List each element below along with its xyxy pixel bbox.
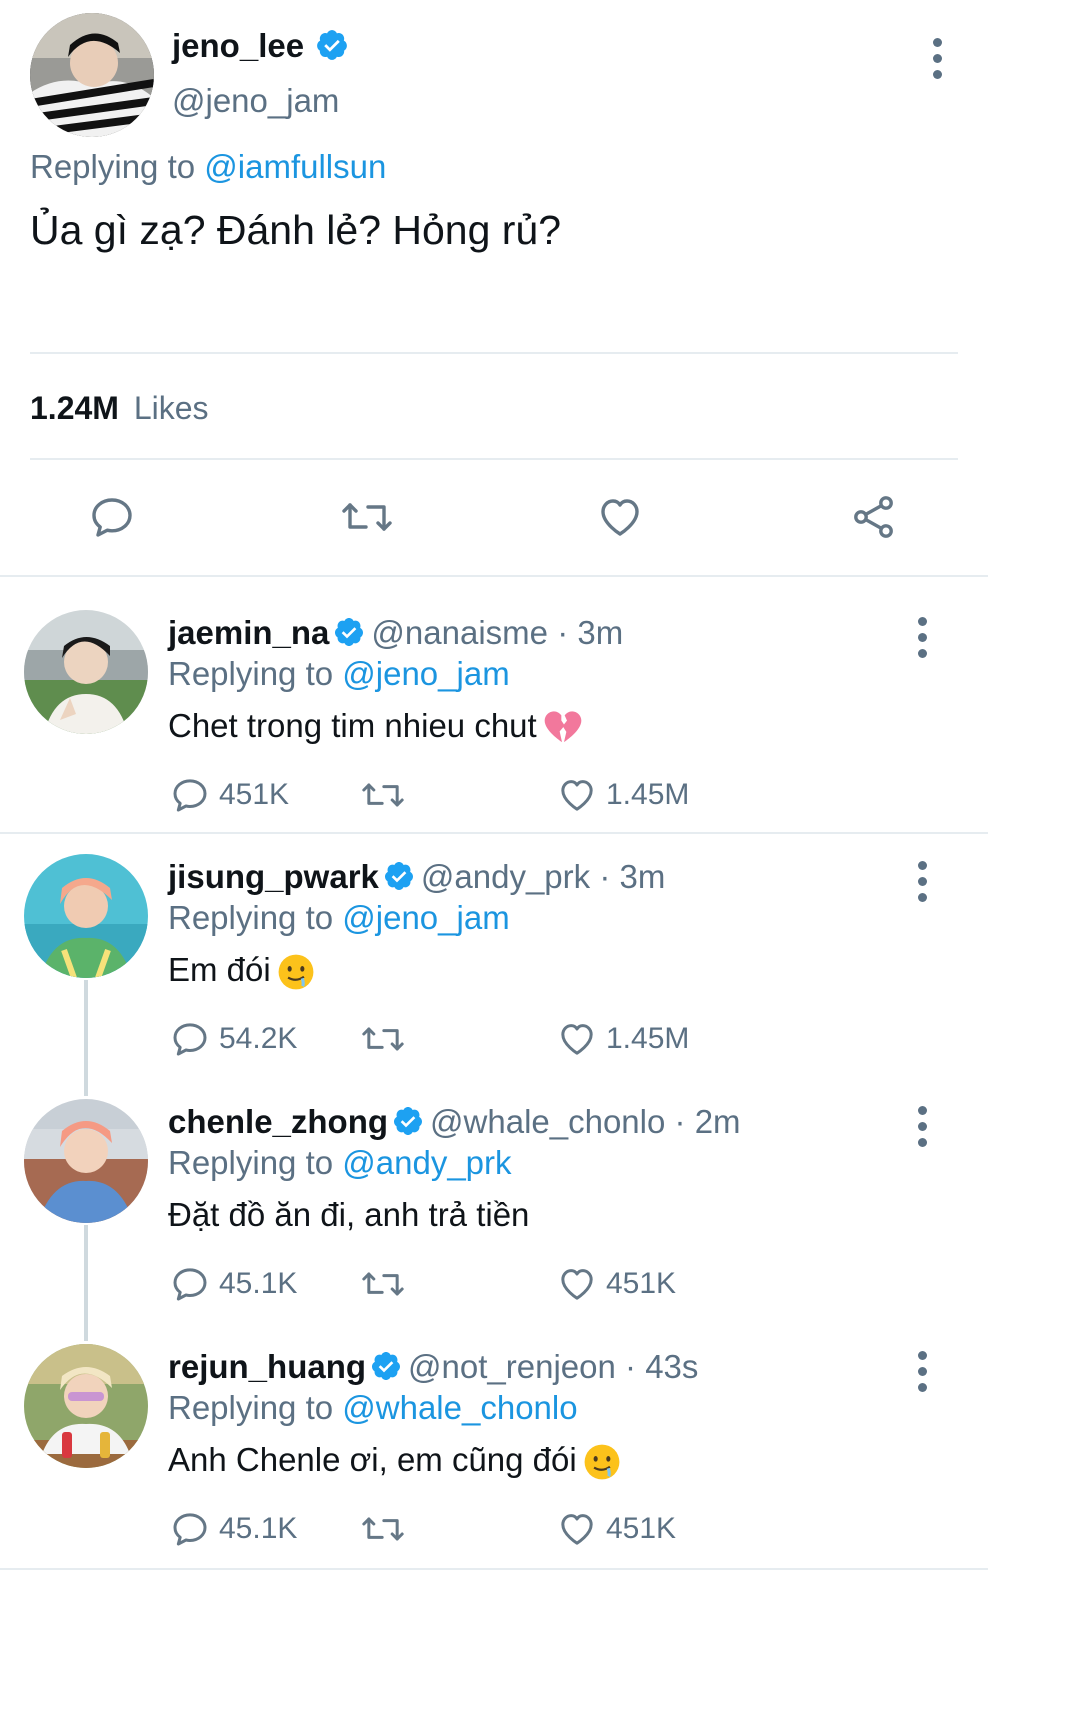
broken-heart-icon <box>544 711 582 743</box>
reply-header: rejun_huang @not_renjeon · 43s <box>168 1348 698 1386</box>
reply-display-name[interactable]: rejun_huang <box>168 1348 366 1385</box>
reply-icon[interactable] <box>88 493 136 541</box>
verified-badge-icon <box>335 618 364 647</box>
reply-display-name[interactable]: jisung_pwark <box>168 858 379 895</box>
more-options-icon[interactable] <box>918 1106 928 1154</box>
more-options-icon[interactable] <box>918 617 928 665</box>
reply-icon[interactable] <box>170 1019 210 1059</box>
share-icon[interactable] <box>850 493 898 541</box>
replying-to-line: Replying to @whale_chonlo <box>168 1389 578 1427</box>
retweet-icon[interactable] <box>340 493 394 541</box>
reply-text: Em đói <box>168 951 271 988</box>
replying-to-line: Replying to @jeno_jam <box>168 655 510 693</box>
divider <box>30 458 958 460</box>
divider <box>0 1568 988 1570</box>
reply-text-line: Anh Chenle ơi, em cũng đói <box>168 1441 621 1481</box>
reply-count: 451K <box>219 778 290 811</box>
retweet-icon[interactable] <box>360 1264 406 1304</box>
reply-text-line: Chet trong tim nhieu chut <box>168 707 583 747</box>
retweet-icon[interactable] <box>360 1019 406 1059</box>
like-count: 1.45M <box>606 778 690 811</box>
reply-handle[interactable]: @andy_prk <box>421 858 590 895</box>
replying-to-link[interactable]: @iamfullsun <box>204 148 386 185</box>
avatar-image <box>24 1099 148 1223</box>
tweet-text: Ủa gì zạ? Đánh lẻ? Hỏng rủ? <box>30 207 562 253</box>
more-options-icon[interactable] <box>918 1351 928 1399</box>
like-icon[interactable] <box>557 775 597 815</box>
reply-text: Chet trong tim nhieu chut <box>168 707 537 744</box>
thread-line <box>84 1225 88 1341</box>
replying-to-line: Replying to @jeno_jam <box>168 899 510 937</box>
avatar-image <box>30 13 154 137</box>
divider <box>30 352 958 354</box>
reply-icon[interactable] <box>170 775 210 815</box>
retweet-icon[interactable] <box>360 775 406 815</box>
drooling-face-icon <box>278 954 314 990</box>
reply-text: Đặt đồ ăn đi, anh trả tiền <box>168 1196 530 1233</box>
likes-label: Likes <box>133 390 209 426</box>
replying-to-link[interactable]: @whale_chonlo <box>342 1389 577 1426</box>
avatar-image <box>24 854 148 978</box>
reply-time[interactable]: · 43s <box>625 1348 698 1385</box>
avatar-rejun-huang[interactable] <box>24 1344 148 1468</box>
likes-summary[interactable]: 1.24M Likes <box>30 390 209 427</box>
verified-badge-icon <box>317 30 348 61</box>
reply-text-line: Em đói <box>168 951 315 991</box>
like-count: 1.45M <box>606 1022 690 1055</box>
avatar-jeno-lee[interactable] <box>30 13 154 137</box>
like-icon[interactable] <box>557 1264 597 1304</box>
reply-header: jisung_pwark @andy_prk · 3m <box>168 858 665 896</box>
like-count: 451K <box>606 1267 677 1300</box>
reply-time[interactable]: · 3m <box>557 614 623 651</box>
reply-handle[interactable]: @not_renjeon <box>408 1348 616 1385</box>
reply-display-name[interactable]: chenle_zhong <box>168 1103 388 1140</box>
verified-badge-icon <box>394 1107 423 1136</box>
reply-time[interactable]: · 3m <box>599 858 665 895</box>
replying-prefix: Replying to <box>30 148 205 185</box>
divider <box>0 832 988 834</box>
avatar-jisung-pwark[interactable] <box>24 854 148 978</box>
reply-count: 45.1K <box>219 1267 298 1300</box>
reply-header: jaemin_na @nanaisme · 3m <box>168 614 623 652</box>
avatar-jaemin-na[interactable] <box>24 610 148 734</box>
reply-icon[interactable] <box>170 1264 210 1304</box>
verified-badge-icon <box>384 862 413 891</box>
replying-to-line: Replying to @iamfullsun <box>30 148 386 186</box>
replying-prefix: Replying to <box>168 899 343 936</box>
avatar-chenle-zhong[interactable] <box>24 1099 148 1223</box>
replying-to-line: Replying to @andy_prk <box>168 1144 512 1182</box>
reply-time[interactable]: · 2m <box>675 1103 741 1140</box>
replying-prefix: Replying to <box>168 1389 343 1426</box>
reply-text: Anh Chenle ơi, em cũng đói <box>168 1441 577 1478</box>
reply-header: chenle_zhong @whale_chonlo · 2m <box>168 1103 741 1141</box>
like-icon[interactable] <box>596 493 644 541</box>
avatar-image <box>24 610 148 734</box>
replying-to-link[interactable]: @jeno_jam <box>342 655 509 692</box>
replying-to-link[interactable]: @jeno_jam <box>342 899 509 936</box>
more-options-icon[interactable] <box>933 38 943 86</box>
divider <box>0 575 988 577</box>
thread-line <box>84 980 88 1096</box>
verified-badge-icon <box>372 1352 401 1381</box>
reply-handle[interactable]: @whale_chonlo <box>430 1103 665 1140</box>
display-name[interactable]: jeno_lee <box>172 28 349 64</box>
replying-prefix: Replying to <box>168 655 343 692</box>
more-options-icon[interactable] <box>918 861 928 909</box>
like-icon[interactable] <box>557 1509 597 1549</box>
like-count: 451K <box>606 1512 677 1545</box>
avatar-image <box>24 1344 148 1468</box>
likes-count: 1.24M <box>30 390 119 426</box>
reply-count: 45.1K <box>219 1512 298 1545</box>
reply-handle[interactable]: @nanaisme <box>371 614 548 651</box>
reply-icon[interactable] <box>170 1509 210 1549</box>
replying-prefix: Replying to <box>168 1144 343 1181</box>
reply-count: 54.2K <box>219 1022 298 1055</box>
replying-to-link[interactable]: @andy_prk <box>342 1144 511 1181</box>
drooling-face-icon <box>584 1444 620 1480</box>
retweet-icon[interactable] <box>360 1509 406 1549</box>
handle[interactable]: @jeno_jam <box>172 82 339 120</box>
display-name-text: jeno_lee <box>172 27 305 64</box>
reply-display-name[interactable]: jaemin_na <box>168 614 329 651</box>
like-icon[interactable] <box>557 1019 597 1059</box>
